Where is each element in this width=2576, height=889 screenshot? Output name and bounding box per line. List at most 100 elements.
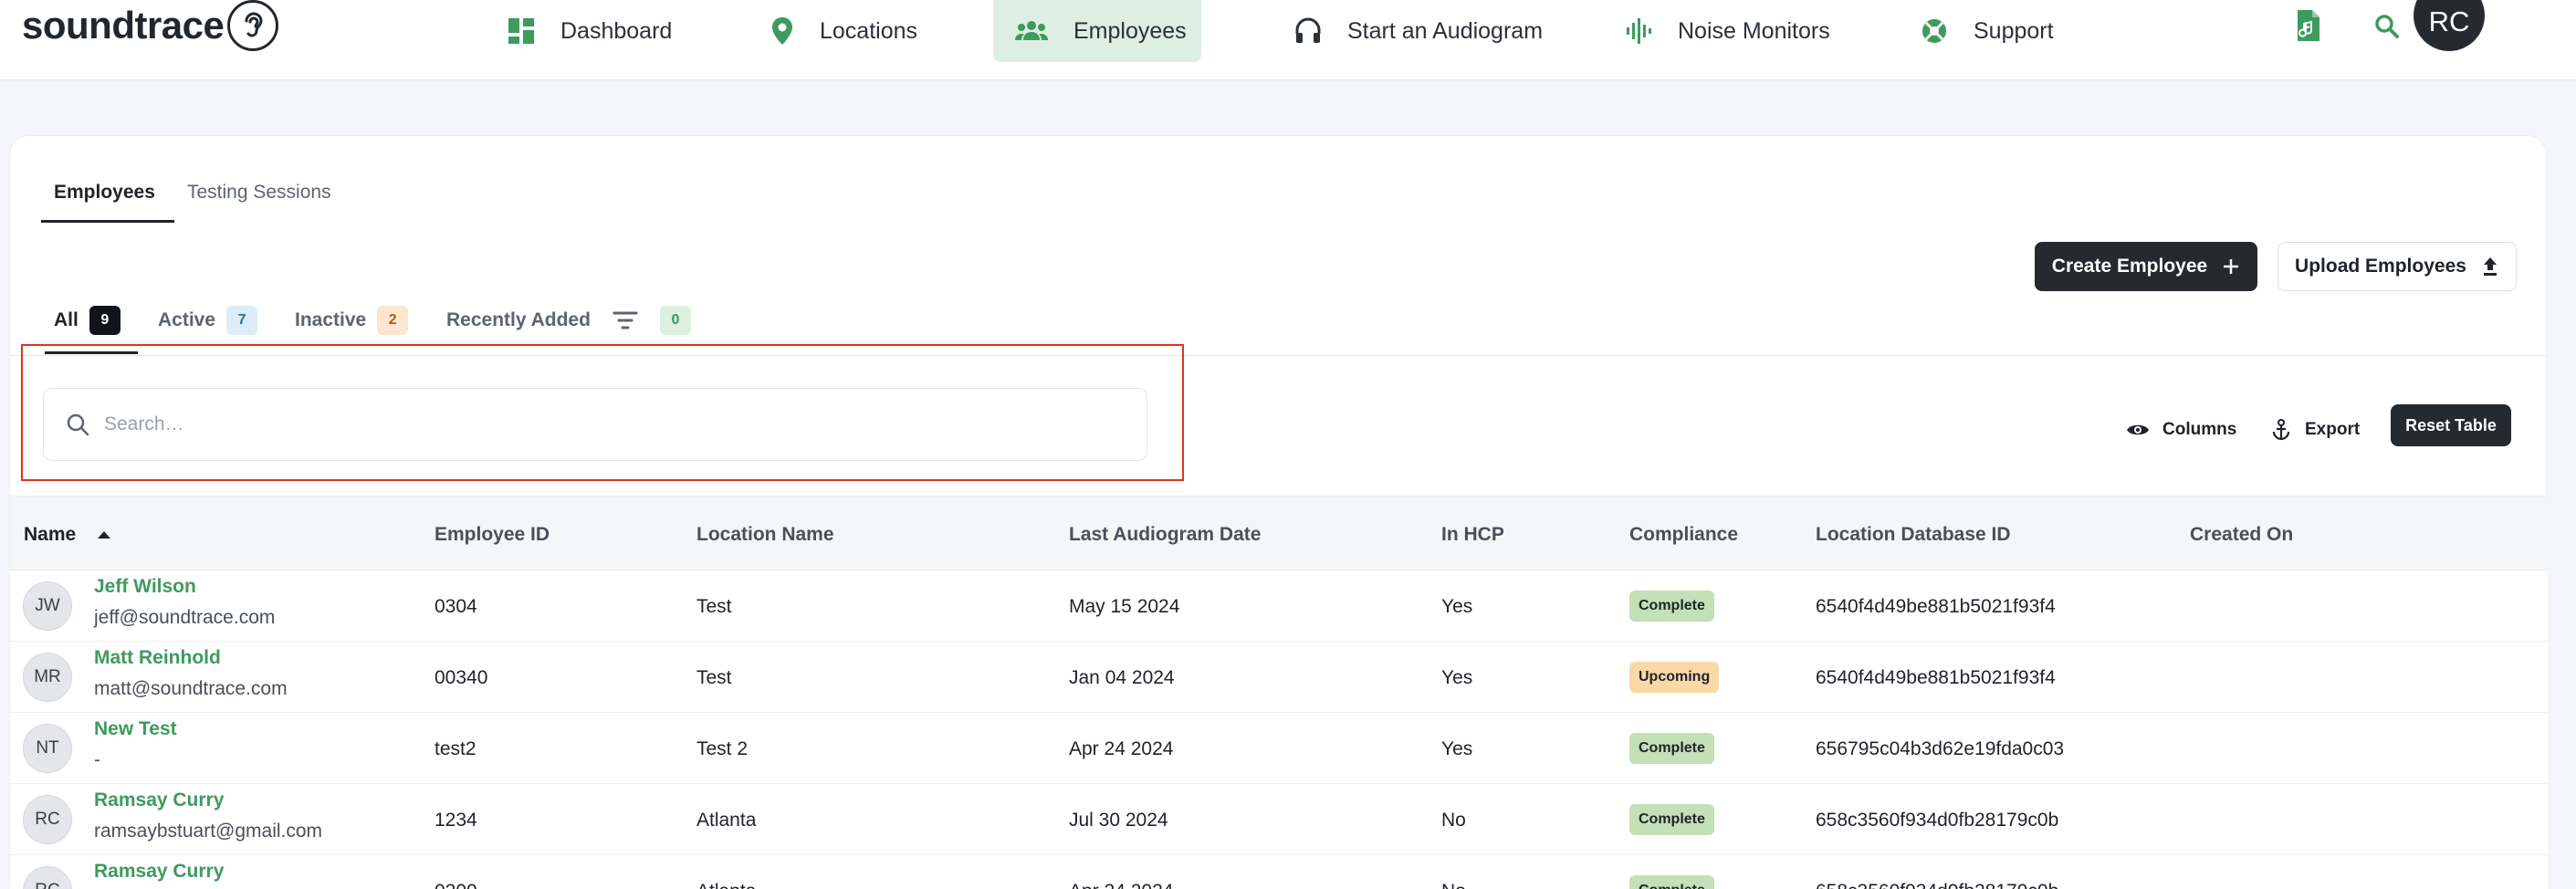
- column-header-last-audiogram[interactable]: Last Audiogram Date: [1069, 524, 1261, 546]
- location-name: Test 2: [696, 738, 749, 759]
- last-audiogram-date: May 15 2024: [1069, 596, 1180, 617]
- column-header-in-hcp[interactable]: In HCP: [1441, 524, 1504, 546]
- ear-icon: [227, 0, 279, 51]
- compliance-badge: Complete: [1629, 804, 1714, 835]
- filter-inactive-count: 2: [377, 306, 409, 335]
- columns-label: Columns: [2162, 420, 2237, 439]
- last-audiogram-date: Jul 30 2024: [1069, 810, 1168, 831]
- soundwave-icon: [1627, 18, 1651, 44]
- last-audiogram-date: Apr 24 2024: [1069, 738, 1174, 759]
- compliance-badge: Upcoming: [1629, 662, 1720, 693]
- location-name: Test: [696, 667, 732, 688]
- tab-employees[interactable]: Employees: [54, 182, 155, 204]
- reset-table-label: Reset Table: [2405, 415, 2497, 434]
- search-icon[interactable]: [2373, 13, 2401, 45]
- employee-email: matt@soundtrace.com: [94, 678, 288, 699]
- in-hcp: Yes: [1441, 667, 1473, 688]
- location-name: Test: [696, 596, 732, 617]
- headphones-icon: [1295, 17, 1321, 43]
- nav-locations-label: Locations: [820, 17, 918, 44]
- column-header-compliance[interactable]: Compliance: [1629, 524, 1738, 546]
- tab-testing-sessions[interactable]: Testing Sessions: [187, 182, 331, 204]
- filter-recently-added[interactable]: Recently Added 0: [446, 306, 691, 335]
- top-navigation: soundtrace Dashboard Locations Employees…: [0, 0, 2576, 80]
- filter-recent-label: Recently Added: [446, 309, 591, 330]
- table-row[interactable]: MR Matt Reinhold matt@soundtrace.com 003…: [10, 642, 2548, 713]
- upload-employees-button[interactable]: Upload Employees: [2278, 242, 2517, 291]
- nav-employees[interactable]: Employees: [993, 0, 1201, 62]
- columns-button[interactable]: Columns: [2126, 410, 2236, 450]
- nav-dashboard[interactable]: Dashboard: [486, 0, 694, 62]
- location-database-id: 658c3560f934d0fb28179c0b: [1816, 881, 2058, 889]
- column-header-location-db-id[interactable]: Location Database ID: [1816, 524, 2011, 546]
- tab-active-indicator: [41, 220, 174, 223]
- last-audiogram-date: Jan 04 2024: [1069, 667, 1175, 688]
- compliance-badge: Complete: [1629, 733, 1714, 764]
- employee-name-link[interactable]: New Test: [94, 718, 177, 740]
- create-employee-label: Create Employee: [2051, 256, 2208, 277]
- brand-logo[interactable]: soundtrace: [22, 0, 279, 51]
- employee-avatar: RC: [23, 795, 72, 844]
- in-hcp: Yes: [1441, 738, 1473, 759]
- sort-arrow-icon[interactable]: [96, 529, 112, 540]
- location-database-id: 6540f4d49be881b5021f93f4: [1816, 596, 2056, 617]
- employee-name-link[interactable]: Ramsay Curry: [94, 861, 224, 883]
- reset-table-button[interactable]: Reset Table: [2391, 404, 2511, 446]
- music-file-icon[interactable]: [2295, 9, 2322, 47]
- table-row[interactable]: NT New Test - test2 Test 2 Apr 24 2024 Y…: [10, 713, 2548, 784]
- employee-email: -: [94, 749, 100, 770]
- compliance-badge: Complete: [1629, 591, 1714, 622]
- employee-name-link[interactable]: Jeff Wilson: [94, 576, 196, 598]
- nav-employees-label: Employees: [1073, 17, 1187, 44]
- employee-id: test2: [435, 738, 476, 759]
- table-row[interactable]: RC Ramsay Curry ramsaybstuart@gmail.com …: [10, 784, 2548, 855]
- upload-employees-label: Upload Employees: [2295, 256, 2466, 277]
- employee-avatar: JW: [23, 581, 72, 631]
- filter-icon: [613, 311, 638, 329]
- employee-id: 0304: [435, 596, 477, 617]
- nav-support[interactable]: Support: [1899, 0, 2076, 62]
- nav-start-audiogram-label: Start an Audiogram: [1347, 17, 1544, 44]
- in-hcp: No: [1441, 810, 1466, 831]
- employees-card: Employees Testing Sessions Create Employ…: [9, 135, 2548, 889]
- people-icon: [1015, 21, 1048, 40]
- column-header-created-on[interactable]: Created On: [2190, 524, 2293, 546]
- in-hcp: No: [1441, 881, 1466, 889]
- filter-active[interactable]: Active 7: [158, 306, 258, 335]
- search-highlight-box: [21, 344, 1184, 481]
- employee-id: 1234: [435, 810, 477, 831]
- location-name: Atlanta: [696, 881, 756, 889]
- filter-all-label: All: [54, 309, 79, 330]
- nav-locations[interactable]: Locations: [749, 0, 939, 62]
- in-hcp: Yes: [1441, 596, 1473, 617]
- filter-inactive[interactable]: Inactive 2: [295, 306, 409, 335]
- filter-all[interactable]: All 9: [54, 306, 120, 335]
- table-row[interactable]: RC Ramsay Curry 0200 Atlanta Apr 24 2024…: [10, 855, 2548, 889]
- employee-id: 0200: [435, 881, 477, 889]
- location-name: Atlanta: [696, 810, 757, 831]
- create-employee-button[interactable]: Create Employee: [2035, 242, 2257, 291]
- dashboard-icon: [508, 18, 534, 44]
- export-button[interactable]: Export: [2270, 410, 2360, 450]
- nav-noise-monitors-label: Noise Monitors: [1678, 17, 1830, 44]
- lifebuoy-icon: [1922, 19, 1946, 43]
- column-header-employee-id[interactable]: Employee ID: [435, 524, 550, 546]
- nav-start-audiogram[interactable]: Start an Audiogram: [1272, 0, 1565, 62]
- column-header-name[interactable]: Name: [24, 524, 112, 546]
- employee-id: 00340: [435, 667, 488, 688]
- employee-avatar: RC: [23, 866, 72, 889]
- nav-noise-monitors[interactable]: Noise Monitors: [1603, 0, 1852, 62]
- plus-icon: [2224, 259, 2239, 274]
- column-header-location-name[interactable]: Location Name: [696, 524, 834, 546]
- upload-icon: [2483, 257, 2497, 276]
- table-row[interactable]: JW Jeff Wilson jeff@soundtrace.com 0304 …: [10, 570, 2548, 642]
- nav-support-label: Support: [1974, 17, 2054, 44]
- filter-active-label: Active: [158, 309, 216, 330]
- employee-avatar: NT: [23, 724, 72, 773]
- compliance-badge: Complete: [1629, 875, 1714, 889]
- employee-email: jeff@soundtrace.com: [94, 607, 276, 628]
- user-initials: RC: [2428, 5, 2470, 37]
- employee-name-link[interactable]: Ramsay Curry: [94, 790, 224, 811]
- user-avatar[interactable]: RC: [2414, 0, 2485, 51]
- employee-name-link[interactable]: Matt Reinhold: [94, 647, 221, 669]
